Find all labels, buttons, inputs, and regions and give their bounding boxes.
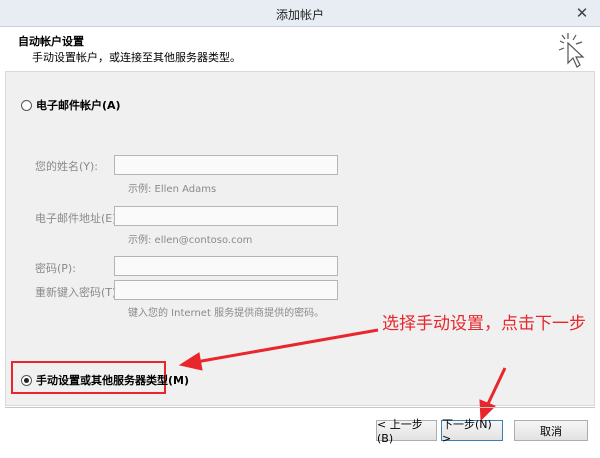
title-bar: 添加帐户 ✕ bbox=[0, 0, 600, 27]
back-button[interactable]: < 上一步(B) bbox=[376, 418, 437, 445]
manual-setup-radio[interactable]: 手动设置或其他服务器类型(M) bbox=[21, 372, 189, 388]
footer-divider bbox=[5, 407, 595, 408]
name-input[interactable] bbox=[114, 155, 338, 175]
annotation-text: 选择手动设置，点击下一步 bbox=[382, 314, 586, 334]
password-hint: 键入您的 Internet 服务提供商提供的密码。 bbox=[128, 308, 325, 319]
email-hint: 示例: ellen@contoso.com bbox=[128, 235, 253, 246]
name-hint: 示例: Ellen Adams bbox=[128, 184, 217, 195]
manual-setup-label: 手动设置或其他服务器类型(M) bbox=[36, 374, 190, 387]
password-input[interactable] bbox=[114, 256, 338, 276]
radio-selected-icon bbox=[21, 374, 32, 386]
name-label: 您的姓名(Y): bbox=[35, 160, 99, 173]
radio-unselected-icon bbox=[21, 99, 32, 111]
wizard-header: 自动帐户设置 手动设置帐户，或连接至其他服务器类型。 bbox=[0, 27, 600, 96]
setup-wizard-icon bbox=[558, 33, 585, 68]
close-icon[interactable]: ✕ bbox=[571, 4, 593, 22]
header-title: 自动帐户设置 bbox=[18, 35, 84, 48]
email-label: 电子邮件地址(E): bbox=[35, 212, 121, 225]
next-button[interactable]: 下一步(N) > bbox=[441, 418, 503, 445]
header-subtitle: 手动设置帐户，或连接至其他服务器类型。 bbox=[32, 51, 241, 64]
window-title: 添加帐户 bbox=[275, 8, 324, 22]
email-account-label: 电子邮件帐户(A) bbox=[36, 99, 121, 112]
retype-password-input[interactable] bbox=[114, 280, 338, 300]
password-label: 密码(P): bbox=[35, 262, 76, 275]
cancel-button[interactable]: 取消 bbox=[514, 420, 588, 441]
wizard-panel bbox=[5, 71, 595, 406]
email-account-radio[interactable]: 电子邮件帐户(A) bbox=[21, 97, 121, 113]
retype-password-label: 重新键入密码(T): bbox=[35, 286, 121, 299]
email-input[interactable] bbox=[114, 206, 338, 226]
